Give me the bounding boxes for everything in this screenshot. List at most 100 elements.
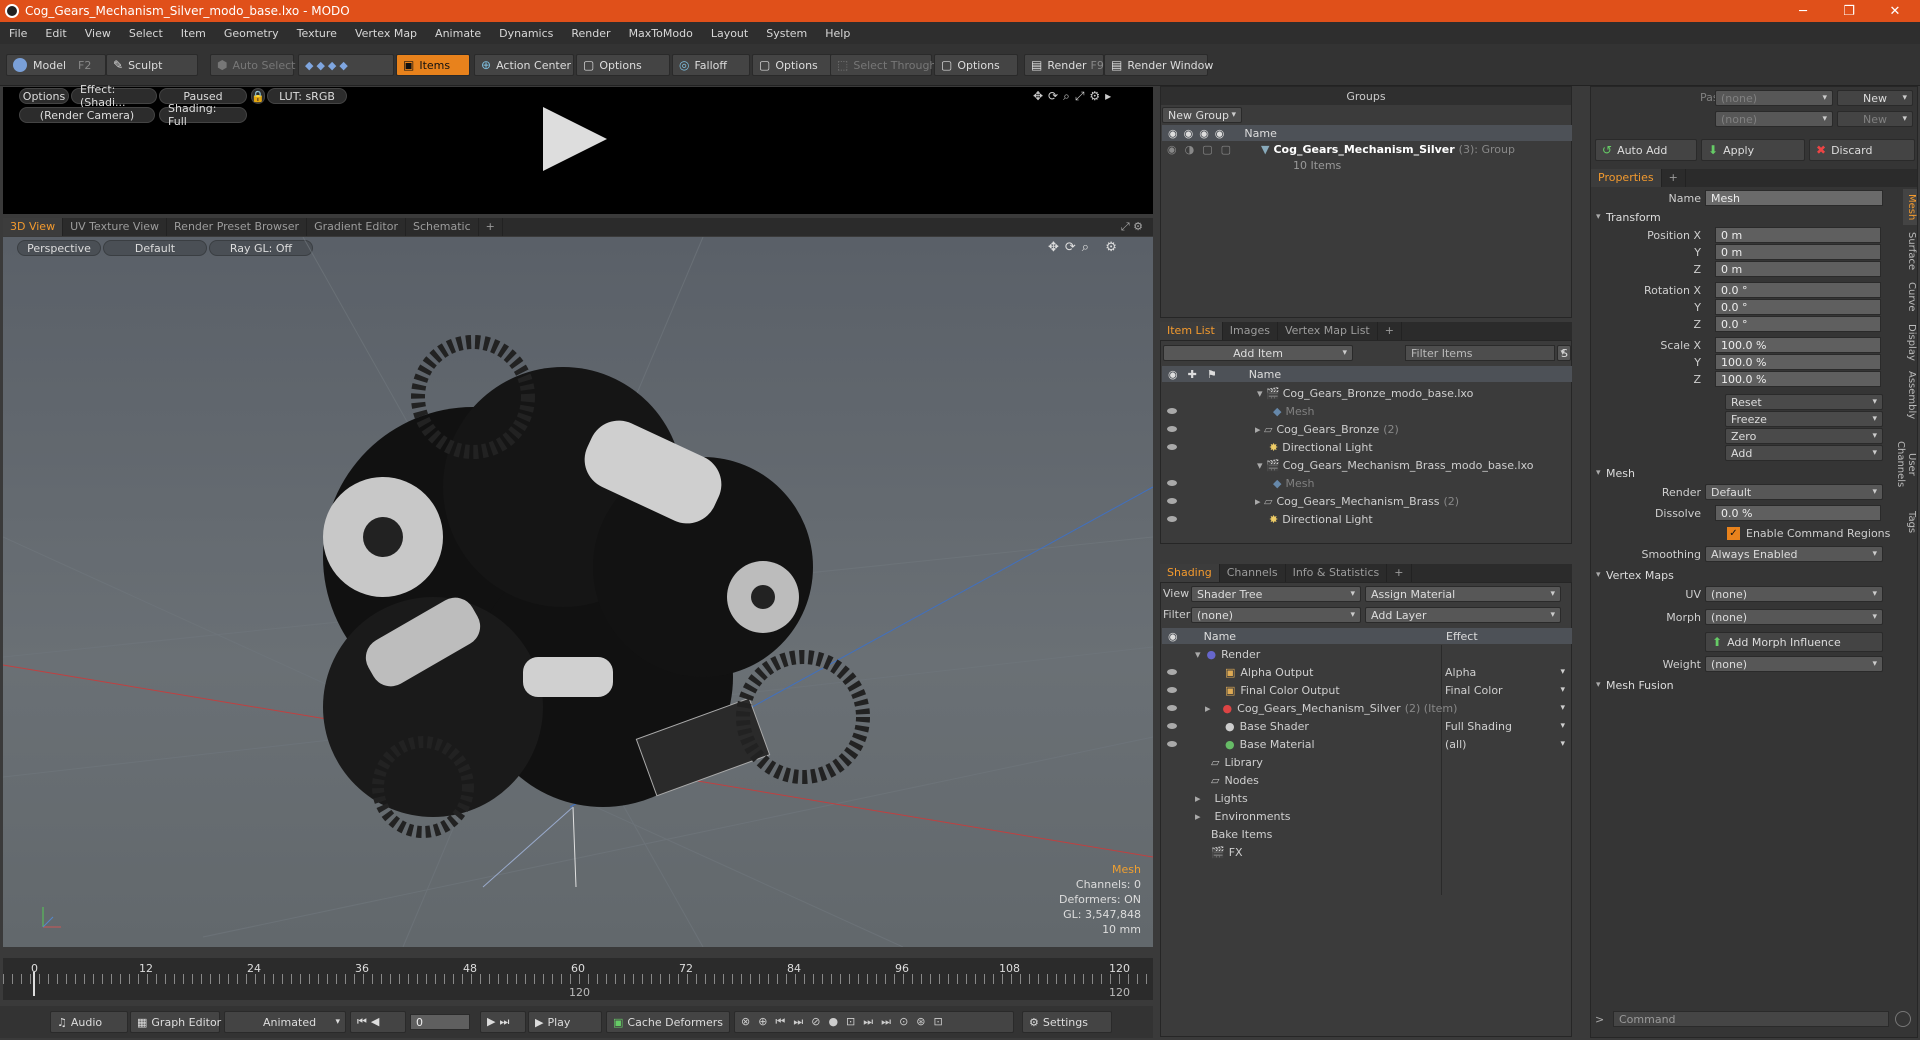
settings-button[interactable]: ⚙ Settings	[1022, 1011, 1112, 1033]
menu-vertex-map[interactable]: Vertex Map	[346, 27, 426, 40]
new-pass-button[interactable]: New	[1837, 111, 1913, 127]
uv-dropdown[interactable]: (none)	[1705, 586, 1883, 602]
shader-item-alpha-output[interactable]: ▣ Alpha Output Alpha ▾	[1161, 663, 1571, 681]
cache-deformers-button[interactable]: ▣ Cache Deformers	[606, 1011, 730, 1033]
minimize-button[interactable]: ─	[1780, 0, 1826, 22]
graph-editor-button[interactable]: ▦ Graph Editor	[130, 1011, 221, 1033]
list-item[interactable]: ▸ ▱ Cog_Gears_Mechanism_Brass (2)	[1161, 492, 1571, 510]
position-z-field[interactable]: 0 m	[1715, 261, 1881, 277]
filter-dropdown[interactable]: (none)	[1191, 607, 1361, 623]
shading-dropdown[interactable]: Shading: Full	[159, 102, 247, 128]
lut-dropdown[interactable]: LUT: sRGB	[267, 88, 347, 104]
add-tab-button[interactable]: +	[1662, 169, 1686, 187]
shader-item-fx[interactable]: 🎬 FX	[1161, 843, 1571, 861]
rotation-x-field[interactable]: 0.0 °	[1715, 282, 1881, 298]
new-group-button[interactable]: New Group	[1162, 107, 1242, 123]
morph-dropdown[interactable]: (none)	[1705, 609, 1883, 625]
shader-item-bake-items[interactable]: Bake Items	[1161, 825, 1571, 843]
menu-view[interactable]: View	[76, 27, 120, 40]
group-item[interactable]: ◉◑▢▢ ▼ Cog_Gears_Mechanism_Silver (3) : …	[1161, 143, 1571, 173]
shader-item-library[interactable]: ▱ Library	[1161, 753, 1571, 771]
menu-animate[interactable]: Animate	[426, 27, 490, 40]
name-field[interactable]: Mesh	[1705, 190, 1883, 206]
shader-item-base-shader[interactable]: ● Base Shader Full Shading ▾	[1161, 717, 1571, 735]
model-mode-button[interactable]: Model F2	[6, 54, 106, 76]
render-button[interactable]: ▤ Render F9	[1024, 54, 1104, 76]
list-item[interactable]: ▸ ▱ Cog_Gears_Bronze (2)	[1161, 420, 1571, 438]
menu-dynamics[interactable]: Dynamics	[490, 27, 562, 40]
select-through-button[interactable]: ⬚ Select Through	[830, 54, 936, 76]
menu-file[interactable]: File	[0, 27, 36, 40]
add-dropdown[interactable]: Add	[1725, 445, 1883, 461]
menu-render[interactable]: Render	[562, 27, 619, 40]
add-morph-influence-button[interactable]: ⬆ Add Morph Influence	[1705, 632, 1883, 652]
items-mode-button[interactable]: ▣ Items	[396, 54, 470, 76]
render-preview[interactable]: Options Effect: (Shadi... Paused 🔒 LUT: …	[3, 83, 1153, 214]
list-item[interactable]: ▾ 🎬 Cog_Gears_Mechanism_Brass_modo_base.l…	[1161, 456, 1571, 474]
tab-shading[interactable]: Shading	[1160, 564, 1220, 582]
vtab-user-channels[interactable]: User Channels	[1895, 425, 1917, 503]
maximize-button[interactable]: ❐	[1826, 0, 1872, 22]
add-tab-button[interactable]: +	[1378, 322, 1402, 340]
vertex-maps-section[interactable]: Vertex Maps	[1592, 567, 1902, 583]
auto-select-button[interactable]: ⬢ Auto Select	[210, 54, 295, 76]
stop-icon[interactable]	[1895, 1011, 1911, 1027]
vtab-surface[interactable]: Surface	[1903, 227, 1917, 275]
current-frame-input[interactable]: 0	[410, 1014, 470, 1030]
tab-gradient-editor[interactable]: Gradient Editor	[307, 218, 406, 236]
add-item-dropdown[interactable]: Add Item	[1163, 345, 1353, 361]
shader-item-environments[interactable]: ▸ Environments	[1161, 807, 1571, 825]
shader-item-base-material[interactable]: ● Base Material (all) ▾	[1161, 735, 1571, 753]
shader-item-mask[interactable]: ▸ ● Cog_Gears_Mechanism_Silver (2) (Item) ▾	[1161, 699, 1571, 717]
falloff-options-button[interactable]: ▢ Options	[752, 54, 832, 76]
timeline[interactable]: 0 12 24 36 48 60 72 84 96 108 120 120 12…	[3, 958, 1153, 1000]
tab-info-statistics[interactable]: Info & Statistics	[1286, 564, 1388, 582]
apply-button[interactable]: ⬇ Apply	[1701, 139, 1805, 161]
menu-help[interactable]: Help	[816, 27, 859, 40]
enable-command-regions-checkbox[interactable]: ✓ Enable Command Regions	[1727, 527, 1890, 540]
tab-uv-texture-view[interactable]: UV Texture View	[63, 218, 168, 236]
assign-material-dropdown[interactable]: Assign Material	[1365, 586, 1561, 602]
dissolve-field[interactable]: 0.0 %	[1715, 505, 1881, 521]
vtab-assembly[interactable]: Assembly	[1903, 367, 1917, 423]
list-item[interactable]: ◆ Mesh	[1161, 474, 1571, 492]
action-center-button[interactable]: ⊕ Action Center	[474, 54, 574, 76]
list-item[interactable]: ◆ Mesh	[1161, 402, 1571, 420]
menu-edit[interactable]: Edit	[36, 27, 75, 40]
scale-z-field[interactable]: 100.0 %	[1715, 371, 1881, 387]
tab-schematic[interactable]: Schematic	[406, 218, 479, 236]
playhead[interactable]	[33, 972, 35, 996]
close-button[interactable]: ✕	[1872, 0, 1918, 22]
add-layer-dropdown[interactable]: Add Layer	[1365, 607, 1561, 623]
select-through-options-button[interactable]: ▢ Options	[934, 54, 1018, 76]
menu-maxtomodo[interactable]: MaxToModo	[620, 27, 702, 40]
view-expand-icon[interactable]: ⤢ ⚙	[1121, 220, 1143, 234]
discard-button[interactable]: ✖ Discard	[1809, 139, 1915, 161]
tab-vertex-map-list[interactable]: Vertex Map List	[1278, 322, 1378, 340]
render-dropdown[interactable]: Default	[1705, 484, 1883, 500]
filter-items-input[interactable]: Filter Items	[1405, 345, 1555, 361]
sculpt-mode-button[interactable]: ✎ Sculpt	[106, 54, 198, 76]
weight-dropdown[interactable]: (none)	[1705, 656, 1883, 672]
vtab-tags[interactable]: Tags	[1903, 505, 1917, 539]
tab-3d-view[interactable]: 3D View	[3, 218, 64, 236]
preview-effect-dropdown[interactable]: Effect: (Shadi...	[71, 83, 157, 109]
menu-item[interactable]: Item	[172, 27, 215, 40]
preview-nav-icons[interactable]: ✥⟳⌕⤢⚙▸	[1033, 89, 1116, 104]
smoothing-dropdown[interactable]: Always Enabled	[1705, 546, 1883, 562]
timeline-ruler[interactable]	[3, 974, 1153, 984]
vtab-display[interactable]: Display	[1903, 319, 1917, 365]
tab-channels[interactable]: Channels	[1220, 564, 1286, 582]
render-camera-dropdown[interactable]: (Render Camera)	[19, 107, 155, 123]
key-tools-icons[interactable]: ⊗⊕⏮⏭⊘●⊡⏭⏭⊙⊛⊡	[734, 1011, 1014, 1033]
animated-dropdown[interactable]: Animated ▾	[224, 1011, 346, 1033]
scale-x-field[interactable]: 100.0 %	[1715, 337, 1881, 353]
position-x-field[interactable]: 0 m	[1715, 227, 1881, 243]
play-icon[interactable]	[543, 107, 607, 171]
shader-item-final-color-output[interactable]: ▣ Final Color Output Final Color ▾	[1161, 681, 1571, 699]
preview-options-button[interactable]: Options	[19, 88, 69, 104]
list-item[interactable]: ✸ Directional Light	[1161, 510, 1571, 528]
add-tab-button[interactable]: +	[479, 218, 503, 236]
mesh-section[interactable]: Mesh	[1592, 465, 1902, 481]
rotation-z-field[interactable]: 0.0 °	[1715, 316, 1881, 332]
